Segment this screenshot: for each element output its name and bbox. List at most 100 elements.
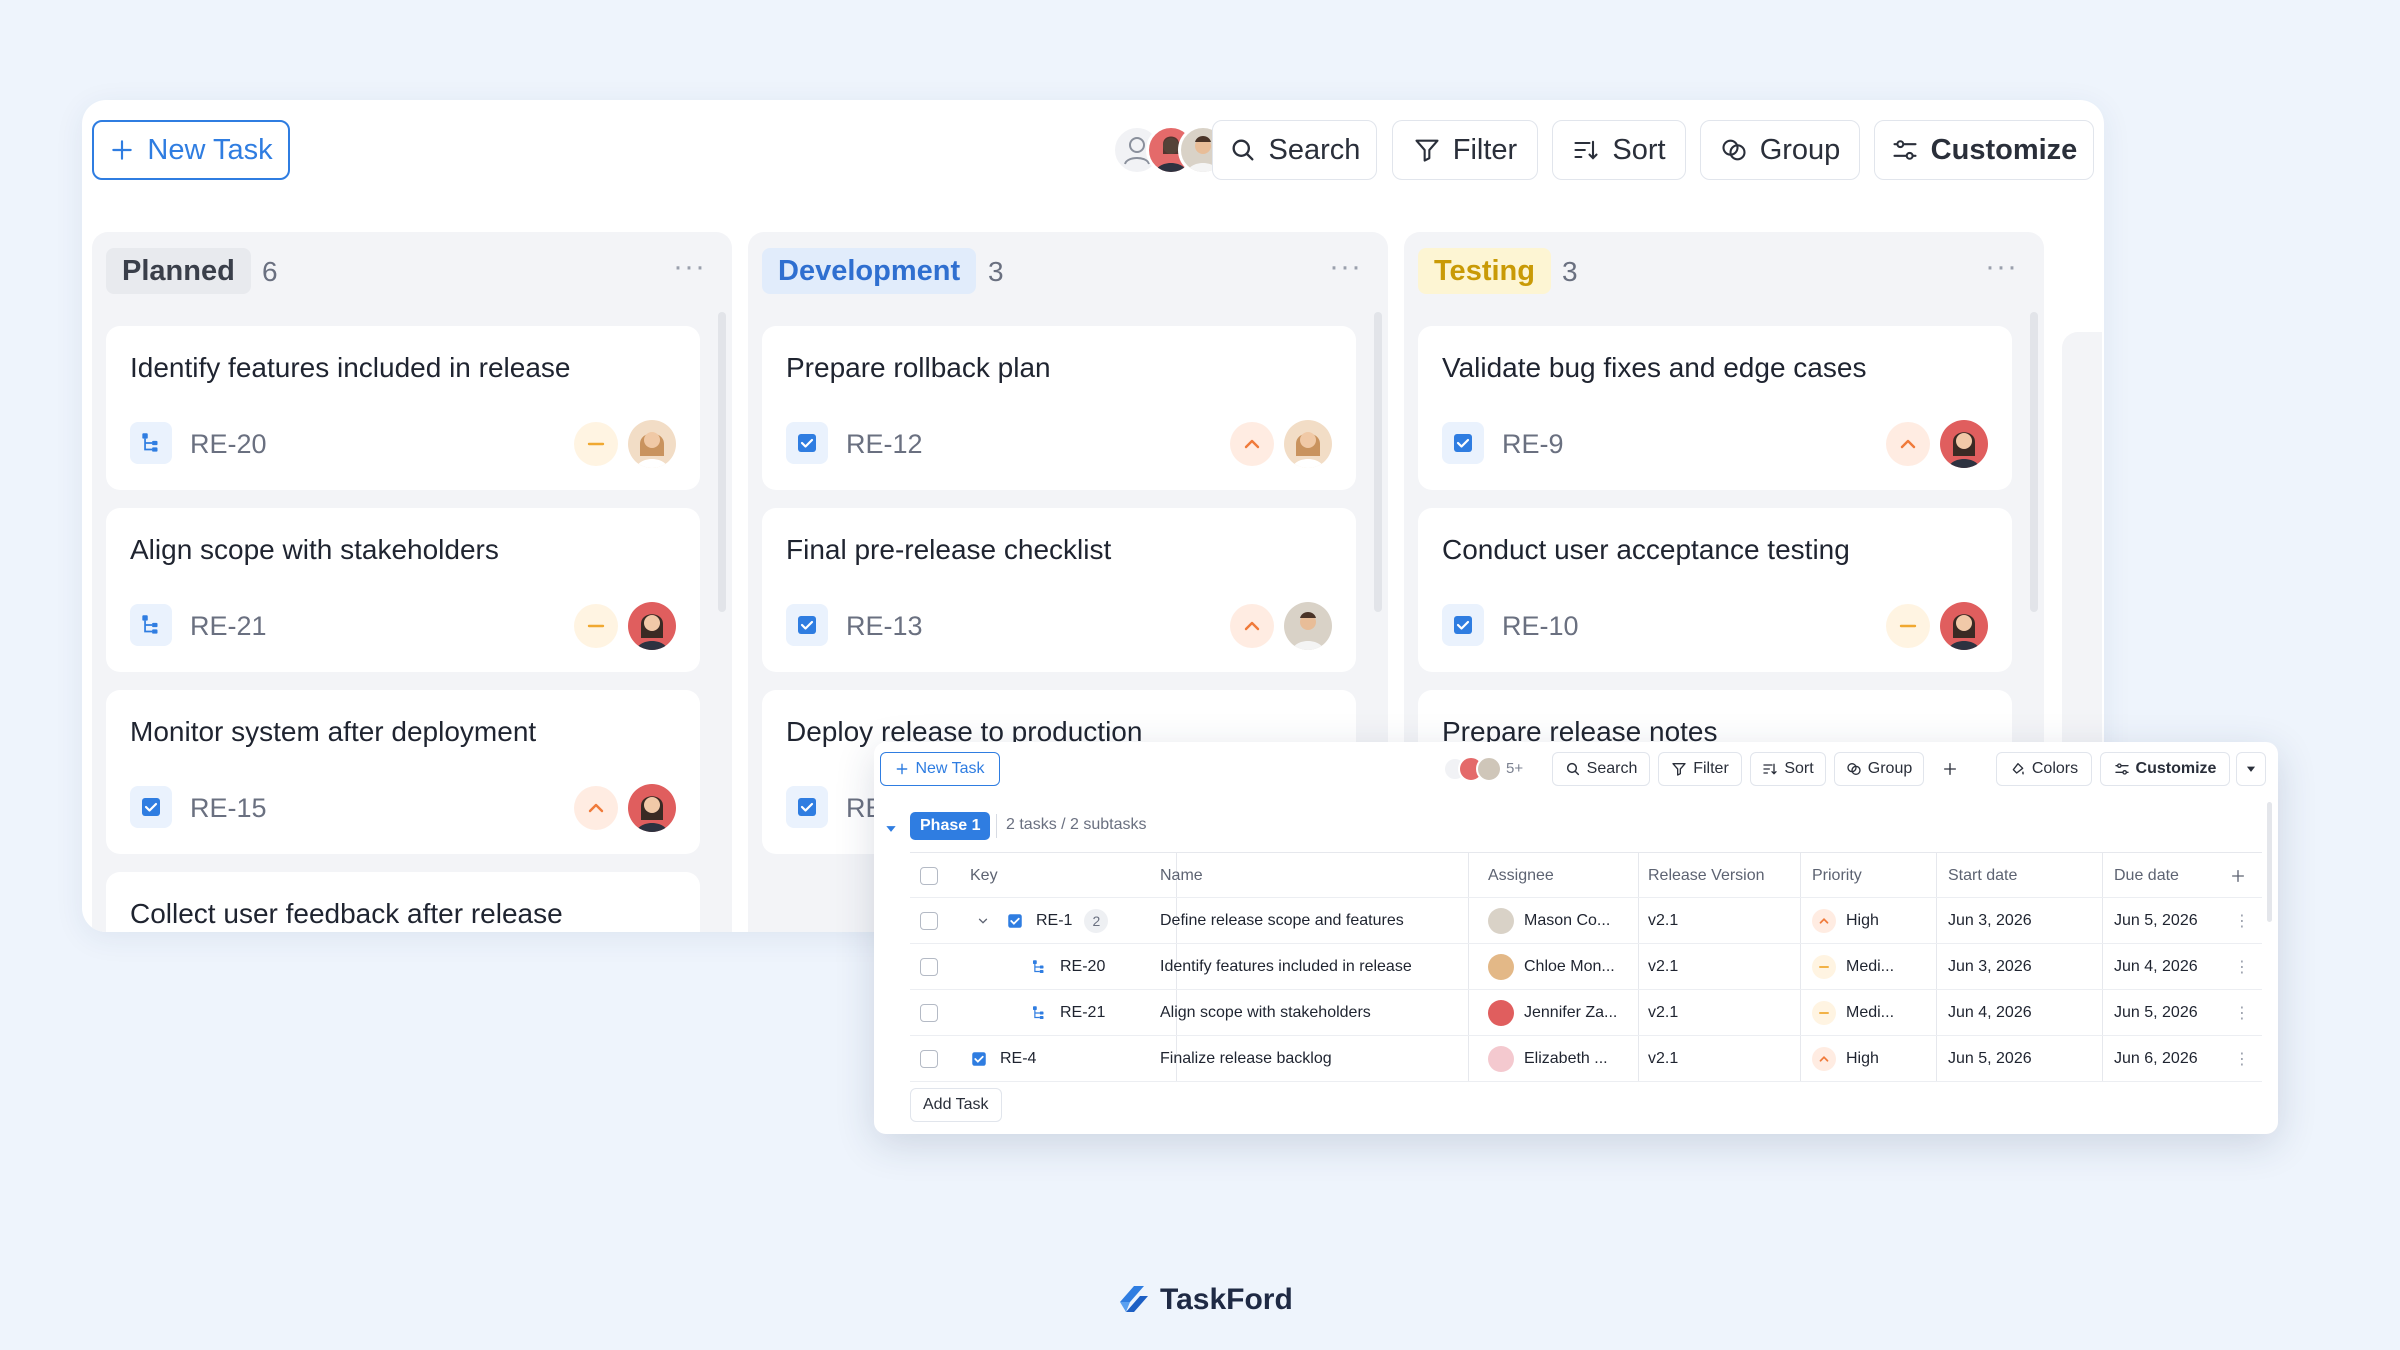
row-version[interactable]: v2.1 [1648, 1036, 1678, 1082]
task-card[interactable]: Identify features included in release RE… [106, 326, 700, 490]
column-header-start-date[interactable]: Start date [1948, 853, 2017, 899]
table-row[interactable]: RE-20 Identify features included in rele… [910, 944, 2262, 990]
row-name[interactable]: Finalize release backlog [1160, 1036, 1332, 1082]
table-search-button[interactable]: Search [1552, 752, 1650, 786]
checkbox-icon [1442, 422, 1484, 464]
task-card[interactable]: Prepare rollback plan RE-12 [762, 326, 1356, 490]
column-title: Testing [1418, 248, 1551, 294]
add-column-icon[interactable] [2230, 853, 2246, 899]
more-options-icon[interactable]: ··· [1985, 250, 2018, 284]
filter-label: Filter [1693, 760, 1729, 777]
more-dropdown-button[interactable] [2236, 752, 2266, 786]
row-more-icon[interactable]: ⋮ [2234, 898, 2250, 944]
chevron-down-icon[interactable] [976, 898, 990, 944]
member-avatars[interactable]: 5+ [1444, 754, 1534, 784]
task-card[interactable]: Collect user feedback after release [106, 872, 700, 932]
table-row[interactable]: RE-4 Finalize release backlog Elizabeth … [910, 1036, 2262, 1082]
priority-high-icon [1812, 1047, 1836, 1071]
row-more-icon[interactable]: ⋮ [2234, 944, 2250, 990]
row-checkbox[interactable] [920, 1036, 938, 1082]
divider [996, 814, 997, 838]
colors-label: Colors [2031, 760, 2079, 777]
select-all-checkbox[interactable] [920, 853, 938, 899]
task-card[interactable]: Validate bug fixes and edge cases RE-9 [1418, 326, 2012, 490]
new-task-button[interactable]: New Task [92, 120, 290, 180]
row-checkbox[interactable] [920, 990, 938, 1036]
column-scrollbar[interactable] [2030, 312, 2038, 612]
group-button[interactable]: Group [1700, 120, 1860, 180]
column-planned: Planned 6 ··· Identify features included… [92, 232, 732, 932]
table-colors-button[interactable]: Colors [1996, 752, 2092, 786]
row-version[interactable]: v2.1 [1648, 898, 1678, 944]
table-row[interactable]: RE-1 2 Define release scope and features… [910, 898, 2262, 944]
column-title: Development [762, 248, 977, 294]
row-assignee[interactable]: Elizabeth ... [1488, 1036, 1608, 1082]
row-checkbox[interactable] [920, 944, 938, 990]
task-card[interactable]: Conduct user acceptance testing RE-10 [1418, 508, 2012, 672]
row-due-date[interactable]: Jun 5, 2026 [2114, 990, 2198, 1036]
row-due-date[interactable]: Jun 4, 2026 [2114, 944, 2198, 990]
column-header-name[interactable]: Name [1160, 853, 1203, 899]
task-card[interactable]: Align scope with stakeholders RE-21 [106, 508, 700, 672]
row-start-date[interactable]: Jun 3, 2026 [1948, 898, 2032, 944]
row-checkbox[interactable] [920, 898, 938, 944]
column-header-release-version[interactable]: Release Version [1648, 853, 1765, 899]
brand-logo: TaskFord [1112, 1280, 1293, 1320]
row-due-date[interactable]: Jun 5, 2026 [2114, 898, 2198, 944]
row-start-date[interactable]: Jun 5, 2026 [1948, 1036, 2032, 1082]
row-name[interactable]: Identify features included in release [1160, 944, 1412, 990]
row-name[interactable]: Align scope with stakeholders [1160, 990, 1371, 1036]
row-priority[interactable]: Medi... [1812, 944, 1894, 990]
task-card[interactable]: Final pre-release checklist RE-13 [762, 508, 1356, 672]
column-count: 6 [262, 256, 278, 287]
filter-button[interactable]: Filter [1392, 120, 1538, 180]
row-more-icon[interactable]: ⋮ [2234, 1036, 2250, 1082]
table-scrollbar[interactable] [2267, 802, 2272, 922]
column-scrollbar[interactable] [1374, 312, 1382, 612]
task-card[interactable]: Monitor system after deployment RE-15 [106, 690, 700, 854]
checkbox-icon [786, 604, 828, 646]
row-priority[interactable]: High [1812, 898, 1879, 944]
row-assignee[interactable]: Mason Co... [1488, 898, 1610, 944]
table-group-button[interactable]: Group [1834, 752, 1924, 786]
column-header-key[interactable]: Key [970, 853, 998, 899]
row-start-date[interactable]: Jun 4, 2026 [1948, 990, 2032, 1036]
row-more-icon[interactable]: ⋮ [2234, 990, 2250, 1036]
table-row[interactable]: RE-21 Align scope with stakeholders Jenn… [910, 990, 2262, 1036]
column-scrollbar[interactable] [718, 312, 726, 612]
card-title: Collect user feedback after release [130, 898, 563, 929]
card-key: RE-9 [1502, 429, 1564, 459]
row-priority[interactable]: Medi... [1812, 990, 1894, 1036]
add-view-button[interactable] [1932, 752, 1968, 786]
row-assignee[interactable]: Jennifer Za... [1488, 990, 1617, 1036]
column-header-due-date[interactable]: Due date [2114, 853, 2179, 899]
row-priority[interactable]: High [1812, 1036, 1879, 1082]
add-task-button[interactable]: Add Task [910, 1088, 1002, 1122]
column-header-priority[interactable]: Priority [1812, 853, 1862, 899]
customize-button[interactable]: Customize [1874, 120, 2094, 180]
priority-medium-icon [1812, 1001, 1836, 1025]
column-header-assignee[interactable]: Assignee [1488, 853, 1554, 899]
sort-button[interactable]: Sort [1552, 120, 1686, 180]
more-options-icon[interactable]: ··· [1329, 250, 1362, 284]
checkbox-icon [130, 786, 172, 828]
card-key: RE-15 [190, 793, 267, 823]
table-filter-button[interactable]: Filter [1658, 752, 1742, 786]
search-button[interactable]: Search [1212, 120, 1377, 180]
more-options-icon[interactable]: ··· [673, 250, 706, 284]
row-due-date[interactable]: Jun 6, 2026 [2114, 1036, 2198, 1082]
row-version[interactable]: v2.1 [1648, 990, 1678, 1036]
row-key: RE-4 [1000, 1050, 1037, 1067]
row-name[interactable]: Define release scope and features [1160, 898, 1404, 944]
table-new-task-button[interactable]: New Task [880, 752, 1000, 786]
avatar [1488, 1046, 1514, 1072]
row-start-date[interactable]: Jun 3, 2026 [1948, 944, 2032, 990]
table-sort-button[interactable]: Sort [1750, 752, 1826, 786]
board-toolbar: New Task 5+ Search Filter Sort [82, 100, 2104, 200]
row-version[interactable]: v2.1 [1648, 944, 1678, 990]
collapse-toggle[interactable] [884, 822, 898, 841]
table-customize-button[interactable]: Customize [2100, 752, 2230, 786]
group-icon [1722, 139, 1746, 161]
paint-icon [2012, 763, 2024, 775]
row-assignee[interactable]: Chloe Mon... [1488, 944, 1615, 990]
